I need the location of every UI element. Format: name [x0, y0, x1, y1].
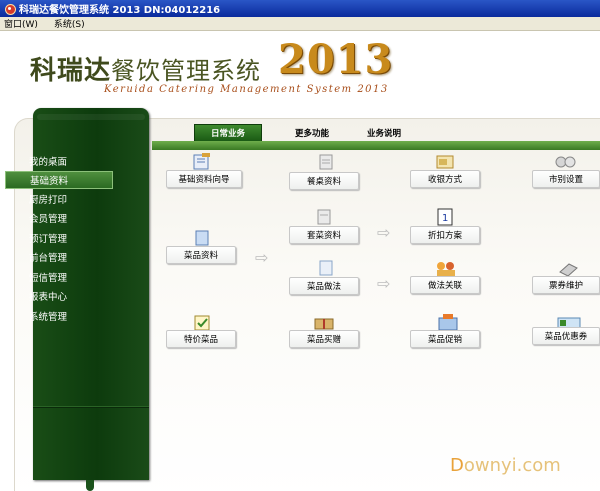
special-dish-button[interactable]: 特价菜品: [166, 330, 236, 348]
coupon-maint-button[interactable]: 票券维护: [532, 276, 600, 294]
sidebar-item-basic-info[interactable]: 基础资料: [5, 171, 113, 189]
basic-wizard-button[interactable]: 基础资料向导: [166, 170, 242, 188]
set-menu-icon: [317, 209, 331, 225]
menu-system[interactable]: 系统(S): [54, 17, 85, 30]
logo-cn-a: 科瑞达: [30, 56, 112, 86]
dish-info-button[interactable]: 菜品资料: [166, 246, 236, 264]
discount-icon: 1: [437, 208, 453, 226]
app-icon: [4, 3, 16, 15]
logo-cn-b: 餐饮管理系统: [111, 57, 262, 85]
arrow-right-icon: ⇨: [377, 223, 391, 242]
sidebar-divider: [33, 406, 149, 408]
watermark-a: D: [450, 455, 464, 476]
sidebar-item-front-desk[interactable]: 前台管理: [5, 248, 113, 266]
cooking-link-button[interactable]: 做法关联: [410, 276, 480, 294]
table-icon: [319, 154, 333, 170]
set-menu-button[interactable]: 套菜资料: [289, 226, 359, 244]
table-info-button[interactable]: 餐桌资料: [289, 172, 359, 190]
menu-window[interactable]: 窗口(W): [4, 17, 38, 30]
tab-underline: [152, 141, 600, 150]
wizard-icon: [193, 153, 210, 170]
promo-icon: [438, 314, 458, 331]
gift-icon: [314, 318, 334, 330]
arrow-right-icon: ⇨: [255, 248, 269, 267]
dish-icon: [195, 230, 209, 246]
discount-button[interactable]: 折扣方案: [410, 226, 480, 244]
title-bar: 科瑞达餐饮管理系统 2013 DN:04012216: [0, 0, 600, 17]
logo-title: 科瑞达餐饮管理系统: [30, 50, 261, 87]
menu-bar: 窗口(W) 系统(S): [0, 17, 600, 31]
payment-icon: [436, 155, 454, 169]
logo-year: 2013: [278, 36, 394, 83]
watermark-b: ownyi.com: [463, 455, 561, 476]
cooking-button[interactable]: 菜品做法: [289, 277, 359, 295]
tab-more[interactable]: 更多功能: [284, 124, 340, 142]
sidebar-item-desktop[interactable]: 我的桌面: [5, 152, 113, 170]
sidebar-tail: [86, 480, 94, 491]
sidebar-item-reservations[interactable]: 预订管理: [5, 229, 113, 247]
tab-daily[interactable]: 日常业务: [194, 124, 262, 142]
sidebar-item-system[interactable]: 系统管理: [5, 307, 113, 325]
sidebar-item-kitchen-print[interactable]: 厨房打印: [5, 190, 113, 208]
svg-text:1: 1: [442, 213, 448, 224]
sidebar-item-reports[interactable]: 报表中心: [5, 287, 113, 305]
window-title: 科瑞达餐饮管理系统 2013 DN:04012216: [19, 5, 221, 16]
dish-promo-button[interactable]: 菜品促销: [410, 330, 480, 348]
cooking-link-icon: [437, 262, 455, 276]
cooking-icon: [319, 260, 333, 276]
logo-subtitle: Keruida Catering Management System 2013: [104, 84, 389, 95]
tab-help[interactable]: 业务说明: [356, 124, 412, 142]
market-settings-button[interactable]: 市别设置: [532, 170, 600, 188]
coupon-icon: [559, 263, 578, 277]
arrow-right-icon: ⇨: [377, 274, 391, 293]
sidebar-item-members[interactable]: 会员管理: [5, 209, 113, 227]
sidebar-item-sms[interactable]: 短信管理: [5, 268, 113, 286]
watermark: Downyi.com: [450, 455, 561, 476]
dish-gift-button[interactable]: 菜品买赠: [289, 330, 359, 348]
dish-coupon-button[interactable]: 菜品优惠券: [532, 327, 600, 345]
payment-button[interactable]: 收银方式: [410, 170, 480, 188]
market-icon: [555, 156, 576, 168]
